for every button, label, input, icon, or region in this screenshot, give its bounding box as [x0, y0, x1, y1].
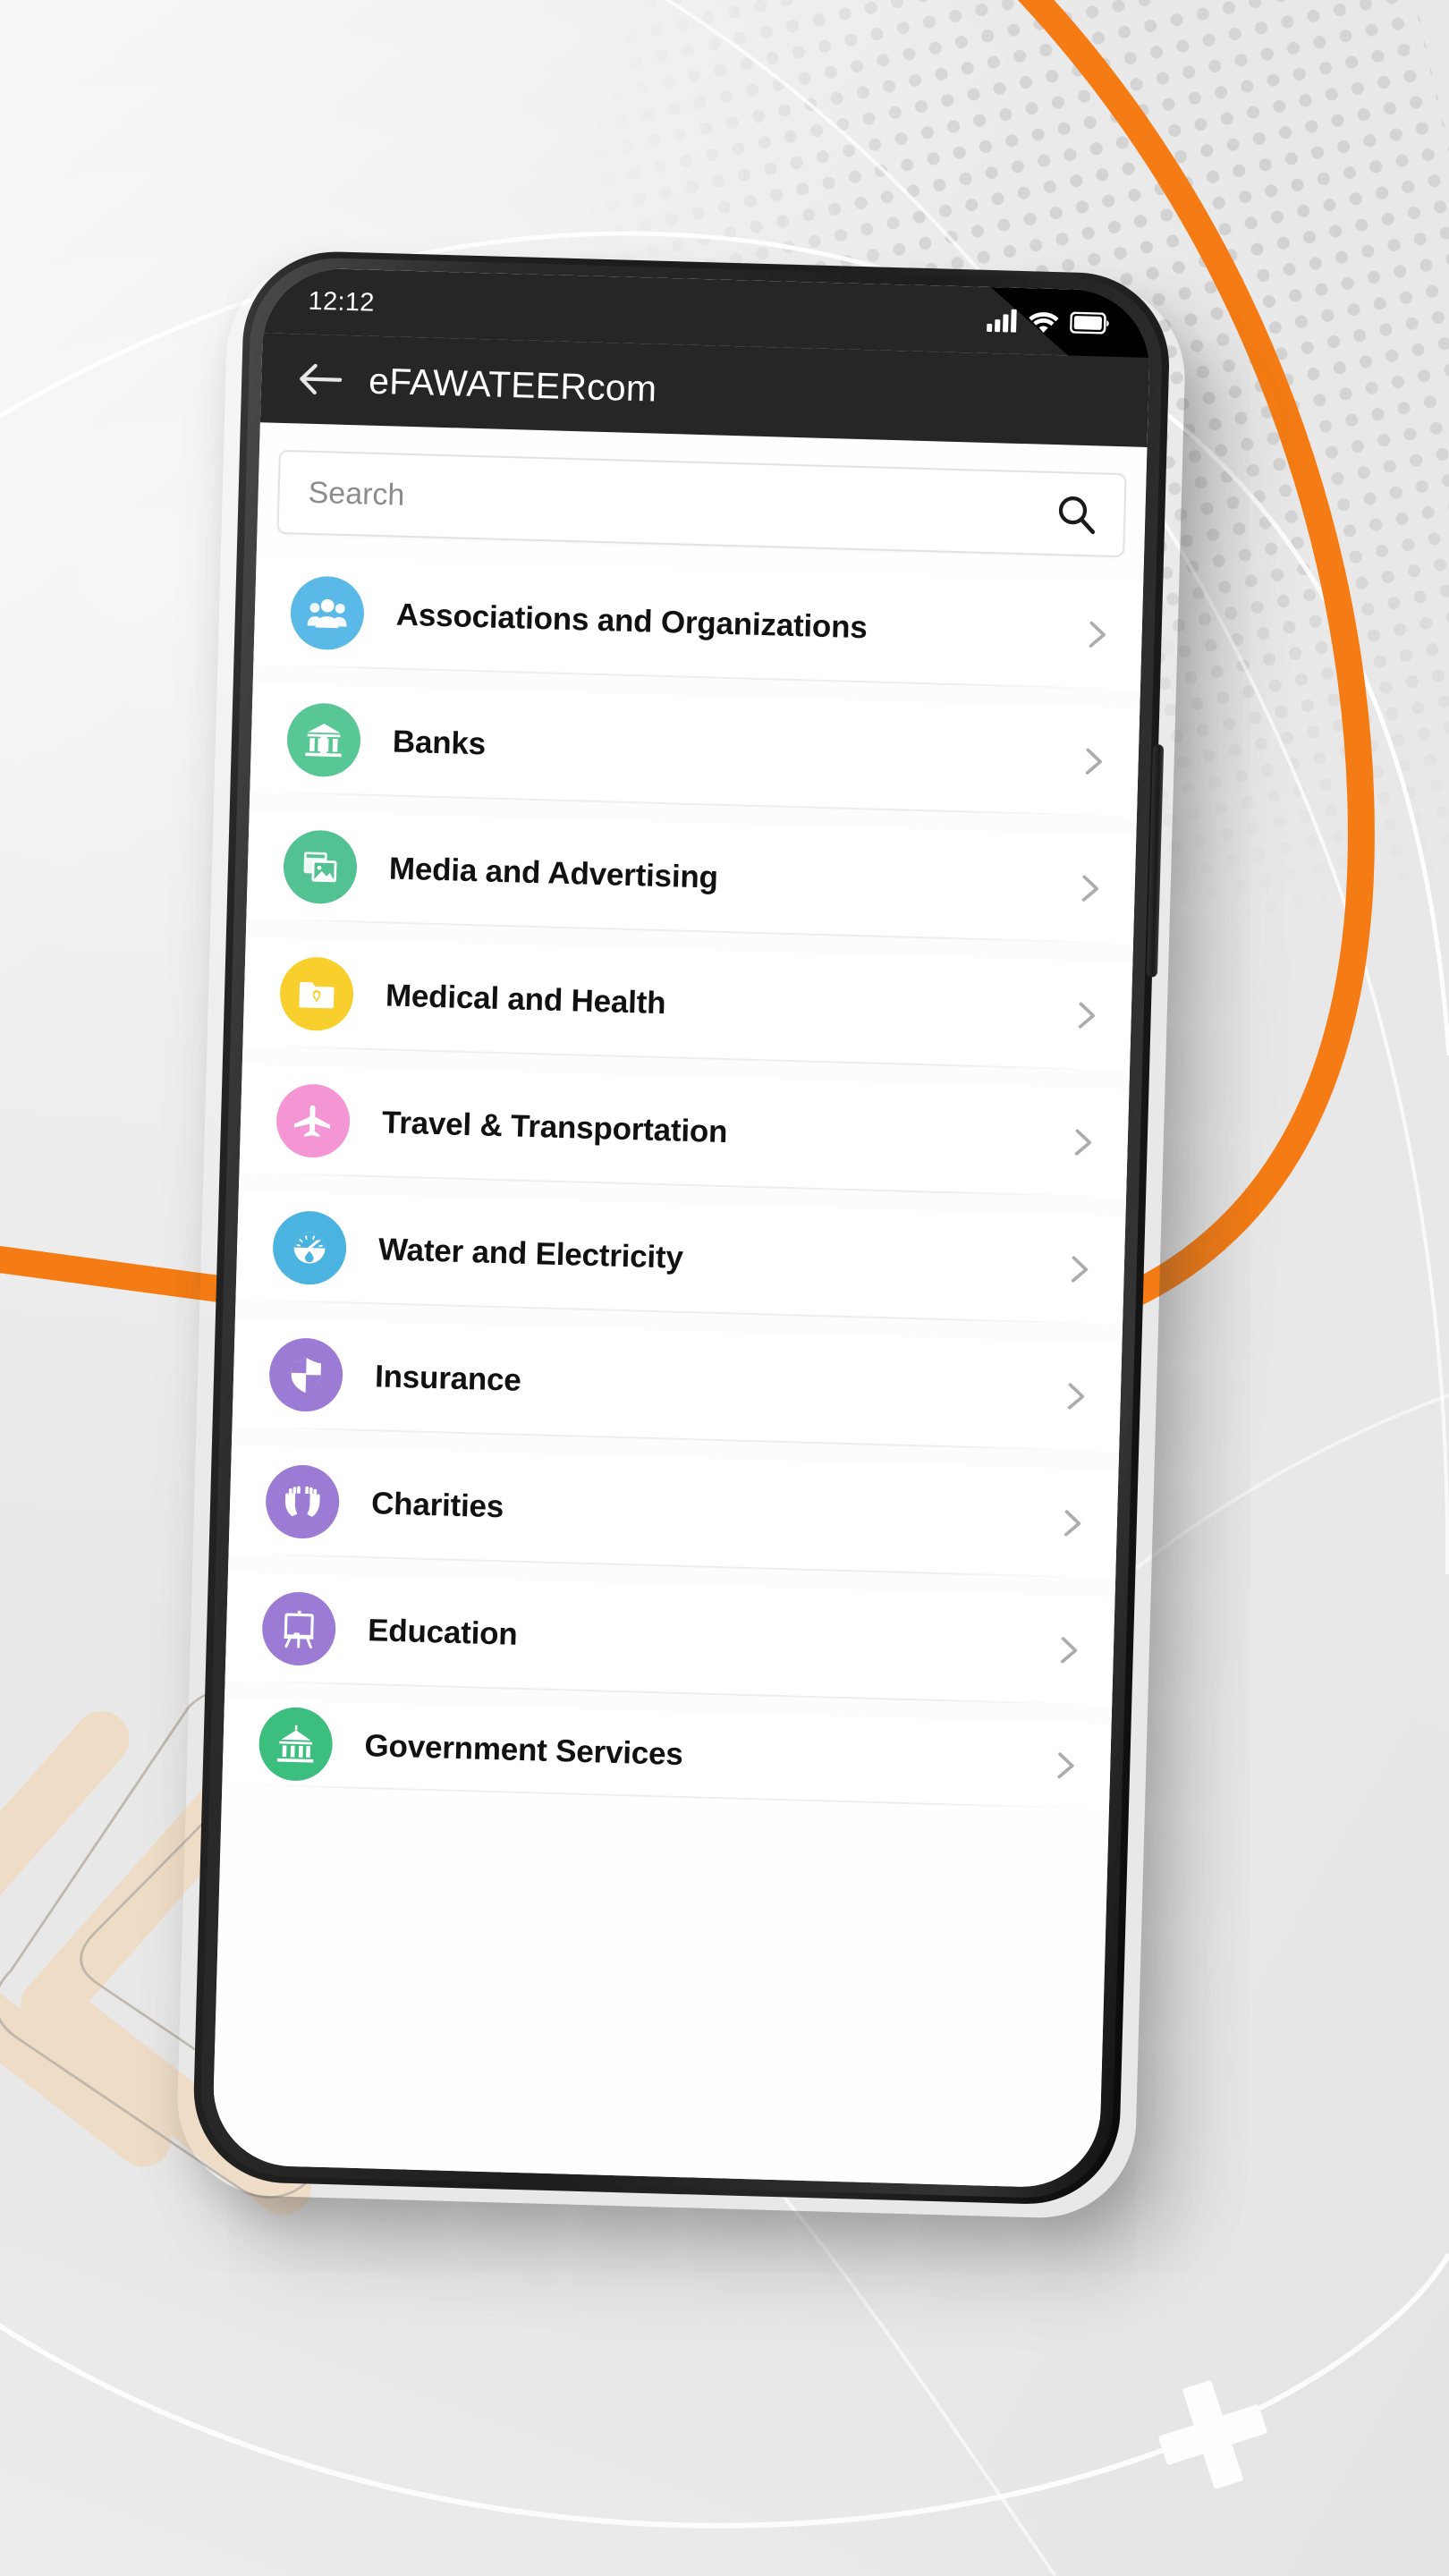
- search-input[interactable]: [308, 475, 1056, 531]
- category-label: Water and Electricity: [377, 1232, 684, 1275]
- chevron-right-icon[interactable]: [1080, 619, 1112, 650]
- category-badge: [258, 1706, 334, 1783]
- category-badge: [265, 1463, 341, 1540]
- chevron-right-icon[interactable]: [1059, 1381, 1090, 1412]
- phone-screen: 12:12 eFAWATEERcom Search Associations a…: [211, 267, 1152, 2190]
- category-label: Government Services: [364, 1728, 684, 1773]
- category-label: Education: [367, 1613, 519, 1652]
- search-box[interactable]: [276, 449, 1127, 558]
- status-time: 12:12: [308, 286, 376, 318]
- category-label: Media and Advertising: [388, 851, 719, 895]
- chevron-right-icon[interactable]: [1073, 873, 1105, 904]
- open-hands-icon: [284, 1486, 320, 1517]
- easel-board-icon: [284, 1610, 314, 1648]
- media-image-icon: [303, 852, 337, 883]
- category-badge: [278, 956, 355, 1032]
- chevron-right-icon[interactable]: [1052, 1635, 1083, 1666]
- chevron-right-icon[interactable]: [1077, 746, 1108, 777]
- back-button[interactable]: [292, 352, 346, 406]
- government-building-icon: [276, 1724, 314, 1763]
- chevron-right-icon[interactable]: [1063, 1254, 1094, 1285]
- bank-building-icon: [305, 724, 342, 758]
- search-section: [257, 435, 1147, 558]
- category-badge: [268, 1336, 344, 1413]
- category-label: Insurance: [374, 1359, 522, 1398]
- water-meter-icon: [293, 1232, 326, 1264]
- phone-mockup: 12:12 eFAWATEERcom Search Associations a…: [191, 249, 1172, 2207]
- category-badge: [275, 1083, 352, 1159]
- category-label: Charities: [370, 1486, 504, 1525]
- signal-bars-icon: [987, 309, 1017, 333]
- chevron-right-icon[interactable]: [1049, 1750, 1080, 1781]
- category-list: Associations and Organizations Banks Med…: [222, 556, 1144, 1810]
- page-title: eFAWATEERcom: [368, 360, 657, 410]
- status-icon-group: [987, 309, 1110, 335]
- chevron-right-icon[interactable]: [1066, 1127, 1097, 1158]
- category-badge: [285, 702, 362, 778]
- battery-icon: [1070, 311, 1109, 335]
- category-label: Medical and Health: [385, 978, 666, 1021]
- shield-icon: [291, 1357, 322, 1394]
- people-group-icon: [307, 598, 347, 629]
- category-badge: [282, 829, 359, 905]
- category-badge: [261, 1590, 337, 1667]
- chevron-right-icon[interactable]: [1055, 1508, 1087, 1539]
- airplane-icon: [293, 1105, 331, 1138]
- category-label: Banks: [392, 724, 487, 762]
- wifi-icon: [1029, 311, 1059, 333]
- search-icon[interactable]: [1055, 493, 1097, 535]
- category-label: Travel & Transportation: [381, 1105, 728, 1150]
- chevron-right-icon[interactable]: [1070, 1000, 1101, 1031]
- back-arrow-icon: [300, 363, 343, 395]
- category-badge: [271, 1210, 348, 1286]
- medical-folder-icon: [299, 981, 335, 1009]
- category-label: Associations and Organizations: [395, 597, 869, 646]
- category-badge: [289, 575, 366, 651]
- app-content: Associations and Organizations: [211, 422, 1148, 2190]
